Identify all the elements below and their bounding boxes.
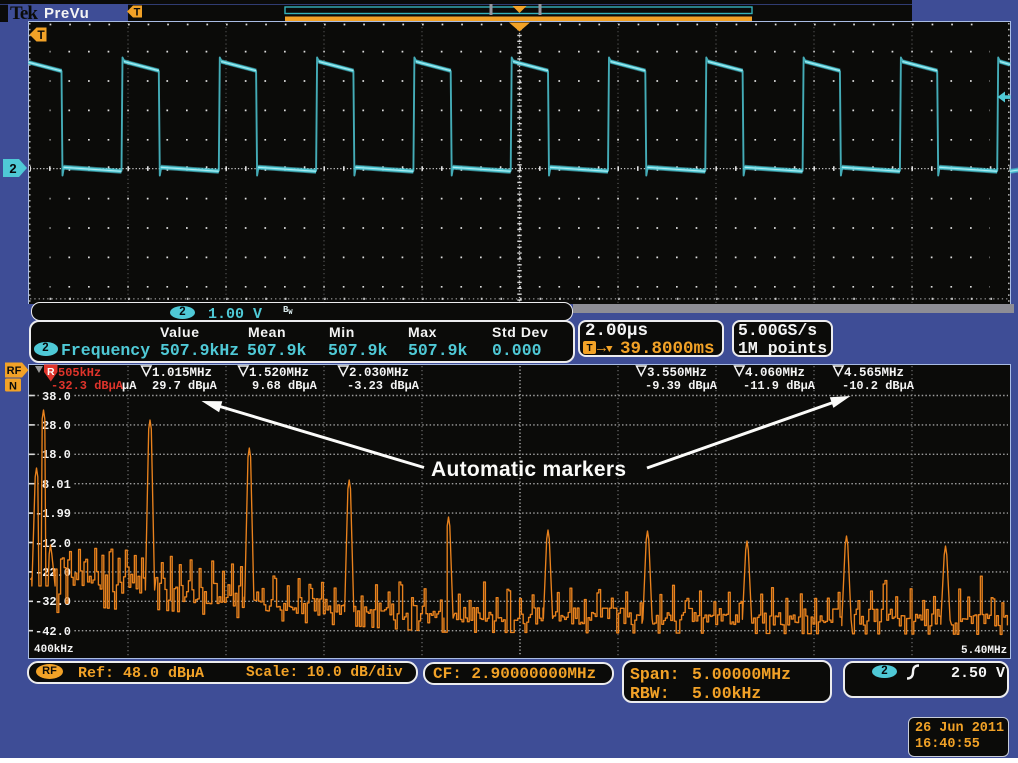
svg-text:N: N: [9, 381, 17, 393]
svg-text:RF: RF: [7, 365, 22, 377]
svg-text:R: R: [47, 366, 55, 378]
